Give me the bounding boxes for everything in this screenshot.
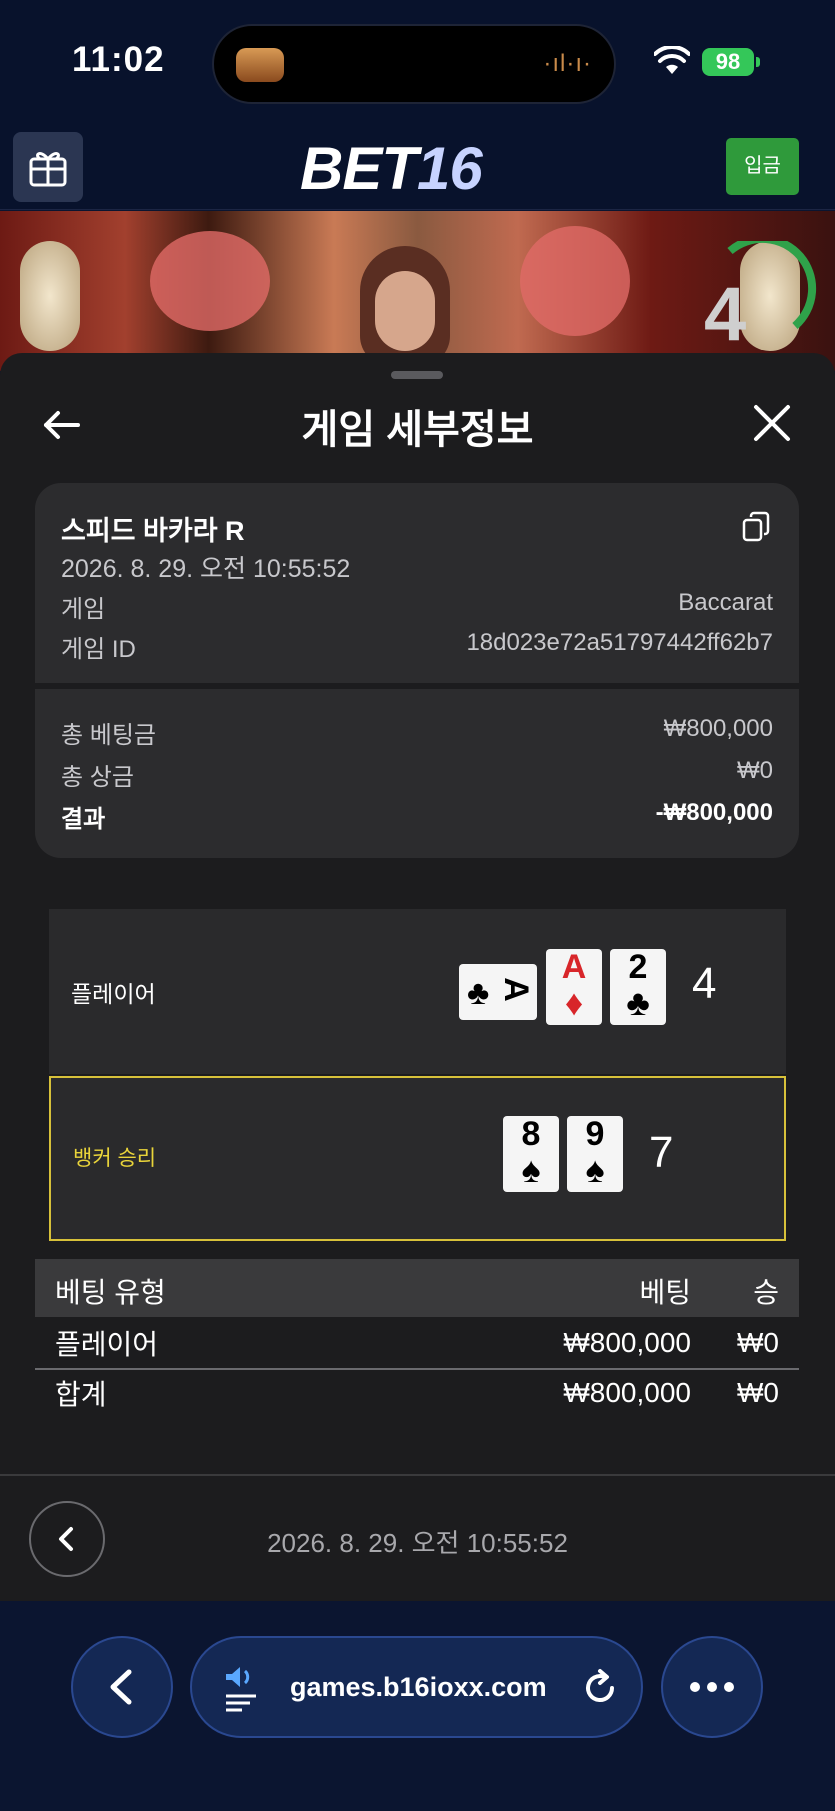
card-rank: A (561, 948, 587, 986)
game-details-sheet: 게임 세부정보 스피드 바카라 R 2026. 8. 29. 오전 10:55:… (0, 353, 835, 1601)
card-suit: ♣ (467, 974, 490, 1012)
game-id-label: 게임 ID (61, 636, 136, 663)
card-suit: ♦ (564, 982, 584, 1023)
game-info-section: 스피드 바카라 R 2026. 8. 29. 오전 10:55:52 게임 Ba… (35, 483, 799, 683)
result-value: -₩800,000 (655, 799, 773, 826)
table-row-bet: ₩800,000 (563, 1327, 691, 1358)
table-total-label: 합계 (55, 1379, 107, 1410)
blossom-decor (150, 231, 270, 331)
player-label: 플레이어 (71, 981, 156, 1007)
table-divider (35, 1368, 799, 1370)
card-suit: ♣ (626, 982, 650, 1023)
game-type-label: 게임 (61, 596, 106, 623)
game-type-value: Baccarat (678, 589, 773, 616)
app-header: BET16 입금 (0, 120, 835, 210)
total-win-label: 총 상금 (61, 764, 134, 791)
game-summary-card: 스피드 바카라 R 2026. 8. 29. 오전 10:55:52 게임 Ba… (35, 483, 799, 858)
table-row-win: ₩0 (737, 1327, 779, 1358)
countdown-number: 4 (704, 272, 747, 357)
card-rank: A (496, 977, 535, 1002)
result-label: 결과 (61, 806, 106, 833)
game-name: 스피드 바카라 R (61, 516, 245, 546)
address-bar[interactable]: games.b16ioxx.com (190, 1636, 643, 1738)
speaker-icon (226, 1667, 256, 1712)
sheet-grabber[interactable] (391, 371, 443, 379)
card-rank: 9 (585, 1115, 605, 1153)
browser-back-button[interactable] (71, 1636, 173, 1738)
logo-text-bet: BET (300, 135, 418, 202)
game-datetime: 2026. 8. 29. 오전 10:55:52 (61, 555, 351, 583)
logo-text-16: 16 (417, 135, 483, 202)
wifi-icon (654, 46, 690, 74)
url-text: games.b16ioxx.com (290, 1672, 547, 1702)
card-suit: ♠ (521, 1149, 541, 1190)
live-dealer-video: 4 (0, 211, 835, 371)
playing-card: 2 ♣ (610, 949, 666, 1025)
table-total-win: ₩0 (737, 1377, 779, 1408)
playing-card: A ♦ (546, 949, 602, 1025)
footer-divider (0, 1474, 835, 1476)
footer-datetime: 2026. 8. 29. 오전 10:55:52 (267, 1528, 568, 1558)
bet16-logo[interactable]: BET16 (300, 134, 483, 203)
total-bet-value: ₩800,000 (663, 715, 773, 742)
banker-win-label: 뱅커 승리 (73, 1147, 157, 1170)
playing-card: 9 ♠ (567, 1116, 623, 1192)
banker-hand-winner: 뱅커 승리 8 ♠ 9 ♠ 7 (49, 1076, 786, 1241)
dealer-face (375, 271, 435, 351)
ellipsis-icon (690, 1682, 734, 1692)
close-icon[interactable] (750, 401, 794, 445)
total-bet-label: 총 베팅금 (61, 722, 156, 749)
card-rank: 8 (521, 1115, 541, 1153)
sheet-title: 게임 세부정보 (301, 408, 534, 452)
status-time: 11:02 (72, 40, 165, 79)
player-hand: 플레이어 ♣ A A ♦ 2 ♣ 4 (49, 909, 786, 1074)
gift-button[interactable] (13, 132, 83, 202)
battery-indicator: 98 (702, 48, 754, 76)
reload-icon[interactable] (580, 1668, 620, 1708)
header-bet: 베팅 (639, 1277, 691, 1308)
total-win-value: ₩0 (737, 757, 773, 784)
blossom-decor (520, 226, 630, 336)
chevron-left-icon (110, 1669, 132, 1705)
game-id-value: 18d023e72a51797442ff62b7 (466, 629, 773, 656)
player-score: 4 (692, 959, 717, 1008)
battery-tip (756, 57, 760, 67)
dynamic-island: ·ıl·ı· (212, 24, 616, 104)
copy-icon[interactable] (741, 511, 771, 543)
deposit-button[interactable]: 입금 (726, 138, 799, 195)
banker-score: 7 (649, 1128, 674, 1177)
gift-icon (29, 152, 67, 187)
playing-card: 8 ♠ (503, 1116, 559, 1192)
status-bar: 11:02 ·ıl·ı· 98 (0, 0, 835, 120)
more-options-button[interactable] (661, 1636, 763, 1738)
card-divider (35, 683, 799, 689)
table-row-type: 플레이어 (55, 1329, 159, 1360)
playing-card: ♣ A (459, 964, 537, 1020)
table-total-bet: ₩800,000 (563, 1377, 691, 1408)
card-rank: 2 (628, 948, 648, 986)
header-bet-type: 베팅 유형 (55, 1277, 166, 1308)
bet-table-header: 베팅 유형 베팅 승 (35, 1259, 799, 1317)
audio-wave-icon: ·ıl·ı· (543, 50, 592, 77)
live-activity-app-icon (236, 48, 284, 82)
card-suit: ♠ (585, 1149, 605, 1190)
browser-toolbar: games.b16ioxx.com (0, 1601, 835, 1811)
header-win: 승 (753, 1277, 779, 1308)
lantern-left (20, 241, 80, 351)
